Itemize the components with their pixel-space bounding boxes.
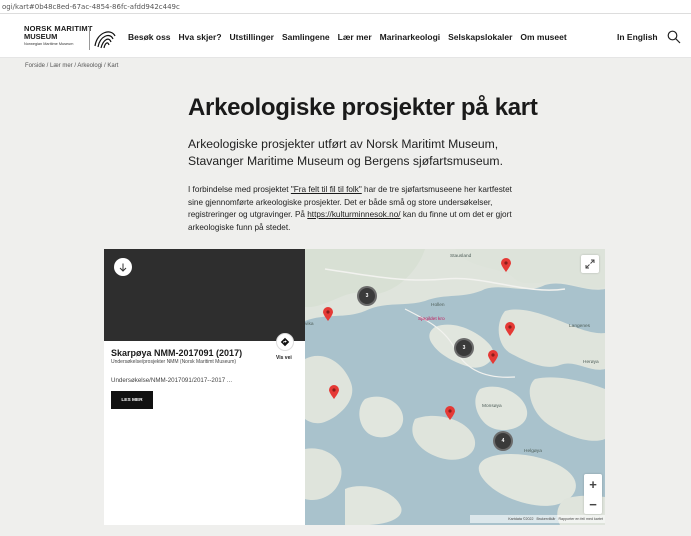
nav-item-utstillinger[interactable]: Utstillinger bbox=[230, 32, 274, 42]
nav-item-om-museet[interactable]: Om museet bbox=[520, 32, 566, 42]
search-icon[interactable] bbox=[667, 30, 681, 44]
map-data-credit: Kartdata ©2022 bbox=[508, 517, 534, 521]
language-switch-link[interactable]: In English bbox=[617, 32, 658, 42]
nav-item-hva-skjer[interactable]: Hva skjer? bbox=[179, 32, 222, 42]
map-cluster-marker[interactable]: 3 bbox=[454, 338, 474, 358]
place-label-helgoya: Helgøya bbox=[524, 449, 542, 454]
site-image-placeholder bbox=[104, 249, 305, 341]
place-label-stausland: Stausland bbox=[450, 254, 472, 259]
place-label-langenes: Langenes bbox=[569, 324, 591, 329]
zoom-in-button[interactable]: + bbox=[584, 474, 602, 494]
terms-link[interactable]: Brukervilkår bbox=[536, 517, 555, 521]
map-pin-icon[interactable] bbox=[445, 406, 455, 420]
lead-paragraph: Arkeologiske prosjekter utført av Norsk … bbox=[188, 137, 503, 168]
map-cluster-marker[interactable]: 3 bbox=[357, 286, 377, 306]
arrow-down-icon[interactable] bbox=[114, 258, 132, 276]
map-terrain bbox=[305, 249, 605, 525]
browser-url-bar[interactable]: ogi/kart#0b48c8ed-67ac-4854-86fc-afdd942… bbox=[0, 0, 691, 14]
place-label-monsoya: Monsøya bbox=[482, 404, 502, 409]
place-label-heroya: Herøya bbox=[583, 360, 599, 365]
main-nav: Besøk oss Hva skjer? Utstillinger Samlin… bbox=[128, 32, 575, 42]
directions-icon[interactable] bbox=[276, 333, 294, 351]
map-cluster-marker[interactable]: 4 bbox=[493, 431, 513, 451]
map-pin-icon[interactable] bbox=[488, 350, 498, 364]
site-title: Skarpøya NMM-2017091 (2017) bbox=[111, 348, 243, 358]
map-view[interactable]: Stausland Hollen Sjøgildet kro vika Lang… bbox=[305, 249, 605, 525]
map-pin-icon[interactable] bbox=[329, 385, 339, 399]
breadcrumb[interactable]: Forside / Lær mer / Arkeologi / Kart bbox=[25, 63, 118, 69]
site-info-panel: Vis vei Skarpøya NMM-2017091 (2017) Unde… bbox=[104, 249, 305, 525]
logo-divider bbox=[89, 26, 90, 50]
page-title: Arkeologiske prosjekter på kart bbox=[188, 94, 538, 121]
map-pin-icon[interactable] bbox=[323, 307, 333, 321]
zoom-out-button[interactable]: − bbox=[584, 494, 602, 514]
nav-item-besok-oss[interactable]: Besøk oss bbox=[128, 32, 171, 42]
site-header: NORSK MARITIMT MUSEUM Norwegian Maritime… bbox=[0, 14, 691, 58]
place-label-vika: vika bbox=[305, 322, 314, 327]
report-error-link[interactable]: Rapporter en feil med kartet bbox=[558, 517, 603, 521]
nav-item-laer-mer[interactable]: Lær mer bbox=[338, 32, 372, 42]
place-label-sjogildet: Sjøgildet kro bbox=[418, 317, 445, 322]
site-subtitle: Undersøkelse/prosjekter NMM (Norsk Marit… bbox=[111, 359, 237, 365]
site-description: Undersøkelse/NMM-2017091/2017--2017 ... bbox=[111, 377, 233, 384]
directions-label[interactable]: Vis vei bbox=[276, 355, 292, 361]
intro-text-pre: I forbindelse med prosjektet bbox=[188, 185, 291, 194]
wave-emblem-icon bbox=[94, 31, 116, 49]
project-link[interactable]: "Fra felt til fil til folk" bbox=[291, 185, 362, 194]
map-attribution: Kartdata ©2022 Brukervilkår Rapporter en… bbox=[470, 515, 605, 523]
nav-item-marinarkeologi[interactable]: Marinarkeologi bbox=[380, 32, 440, 42]
kulturminnesok-link[interactable]: https://kulturminnesok.no/ bbox=[307, 210, 400, 219]
read-more-button[interactable]: LES MER bbox=[111, 391, 153, 409]
map-zoom-control: + − bbox=[584, 474, 602, 514]
nav-item-samlingene[interactable]: Samlingene bbox=[282, 32, 330, 42]
map-pin-icon[interactable] bbox=[505, 322, 515, 336]
intro-paragraph: I forbindelse med prosjektet "Fra felt t… bbox=[188, 184, 518, 234]
nav-item-selskapslokaler[interactable]: Selskapslokaler bbox=[448, 32, 512, 42]
place-label-hollen: Hollen bbox=[431, 303, 445, 308]
fullscreen-icon[interactable] bbox=[581, 255, 599, 273]
map-pin-icon[interactable] bbox=[501, 258, 511, 272]
